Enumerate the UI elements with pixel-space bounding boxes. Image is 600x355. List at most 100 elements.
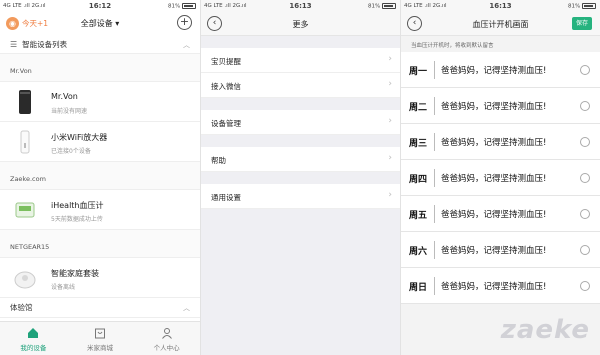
battery-icon (182, 3, 196, 9)
device-status: 5天前数据成功上传 (51, 216, 103, 223)
day-label: 周五 (409, 211, 428, 221)
day-message: 爸爸妈妈，记得坚持测血压! (441, 210, 547, 220)
tab-label: 米家商城 (87, 344, 113, 352)
wifi-extender-icon (20, 130, 30, 154)
radio-button[interactable] (580, 209, 590, 219)
nav-bar: ‹ 更多 (201, 12, 400, 36)
save-button[interactable]: 保存 (572, 17, 592, 30)
device-status: 已连接0个设备 (51, 148, 91, 155)
device-list-title: 智能设备列表 (22, 40, 68, 49)
menu-item-wechat[interactable]: 接入微信 › (201, 73, 400, 98)
day-label: 周二 (409, 103, 428, 113)
watermark-logo: zaeke (500, 315, 590, 345)
tab-my-devices[interactable]: 我的设备 (0, 322, 67, 355)
device-status: 设备离线 (51, 284, 76, 291)
home-icon (28, 328, 39, 338)
divider (434, 61, 435, 79)
home-kit-icon (14, 271, 36, 289)
menu-item-label: 设备管理 (211, 119, 241, 128)
menu-item-help[interactable]: 帮助 › (201, 147, 400, 172)
chevron-right-icon: › (388, 116, 392, 126)
radio-button[interactable] (580, 101, 590, 111)
battery-text: 81% (368, 3, 381, 10)
more-menu-screen: 4G LTE .ıll 2G.ııl 16:13 81% ‹ 更多 宝贝提醒 ›… (200, 0, 400, 355)
radio-button[interactable] (580, 281, 590, 291)
day-message: 爸爸妈妈，记得坚持测血压! (441, 138, 547, 148)
day-label: 周三 (409, 139, 428, 149)
chevron-up-icon[interactable]: ︿ (183, 303, 190, 313)
menu-item-baby-reminder[interactable]: 宝贝提醒 › (201, 48, 400, 73)
divider (434, 97, 435, 115)
status-bar: 4G LTE .ıll 2G.ııl 16:13 81% (201, 0, 400, 12)
radio-button[interactable] (580, 65, 590, 75)
radio-button[interactable] (580, 245, 590, 255)
startup-message-screen: 4G LTE .ıll 2G.ııl 16:13 81% ‹ 血压计开机画面 保… (400, 0, 600, 355)
device-item[interactable]: iHealth血压计 5天前数据成功上传 (0, 190, 200, 230)
menu-item-label: 接入微信 (211, 82, 241, 91)
battery-indicator: 81% (368, 3, 396, 10)
day-option-row[interactable]: 周六 爸爸妈妈，记得坚持测血压! (401, 232, 600, 268)
hint-text: 当血压计开机时，将收到默认留言 (411, 43, 494, 49)
menu-item-device-management[interactable]: 设备管理 › (201, 110, 400, 135)
day-label: 周四 (409, 175, 428, 185)
tab-profile[interactable]: 个人中心 (133, 322, 200, 355)
device-name: iHealth血压计 (51, 201, 104, 210)
blood-pressure-monitor-icon (15, 202, 35, 218)
device-name: 智能家庭套装 (51, 269, 99, 278)
day-label: 周一 (409, 67, 428, 77)
radio-button[interactable] (580, 173, 590, 183)
radio-button[interactable] (580, 137, 590, 147)
device-item[interactable]: Mr.Von 当前没有网速 (0, 82, 200, 122)
device-filter-dropdown[interactable]: 全部设备 ▾ (0, 18, 200, 29)
group-label: Zaeke.com (0, 162, 200, 190)
day-message: 爸爸妈妈，记得坚持测血压! (441, 246, 547, 256)
device-list-header[interactable]: ☰ 智能设备列表 ︿ (0, 36, 200, 54)
day-message: 爸爸妈妈，记得坚持测血压! (441, 66, 547, 76)
shop-icon (95, 328, 105, 339)
experience-hall-header[interactable]: 体验馆 ︿ (0, 298, 200, 318)
device-item[interactable]: 小米WiFi放大器 已连接0个设备 (0, 122, 200, 162)
router-icon (19, 90, 31, 114)
person-icon (161, 328, 172, 339)
day-option-row[interactable]: 周五 爸爸妈妈，记得坚持测血压! (401, 196, 600, 232)
status-bar: 4G LTE .ıll 2G.ııl 16:13 81% (401, 0, 600, 12)
device-name: Mr.Von (51, 92, 78, 101)
device-list-screen: 4G LTE .ıll 2G.ııl 16:12 81% ◉ 今天+1 全部设备… (0, 0, 200, 355)
battery-icon (382, 3, 396, 9)
battery-icon (582, 3, 596, 9)
list-icon: ☰ (10, 40, 18, 49)
battery-text: 81% (568, 3, 581, 10)
tab-label: 个人中心 (153, 344, 180, 352)
day-option-row[interactable]: 周二 爸爸妈妈，记得坚持测血压! (401, 88, 600, 124)
tab-label: 我的设备 (20, 344, 47, 352)
chevron-right-icon: › (388, 54, 392, 64)
page-title: 更多 (292, 20, 309, 29)
chevron-right-icon: › (388, 153, 392, 163)
divider (434, 277, 435, 295)
battery-indicator: 81% (568, 3, 596, 10)
status-bar: 4G LTE .ıll 2G.ııl 16:12 81% (0, 0, 200, 12)
bottom-tab-bar: 我的设备 米家商城 个人中心 (0, 321, 200, 355)
day-option-row[interactable]: 周日 爸爸妈妈，记得坚持测血压! (401, 268, 600, 304)
day-message: 爸爸妈妈，记得坚持测血压! (441, 102, 547, 112)
device-item[interactable]: 智能家庭套装 设备离线 (0, 258, 200, 298)
nav-bar: ‹ 血压计开机画面 保存 (401, 12, 600, 36)
divider (434, 241, 435, 259)
tab-mi-store[interactable]: 米家商城 (67, 322, 134, 355)
battery-indicator: 81% (168, 3, 196, 10)
day-message: 爸爸妈妈，记得坚持测血压! (441, 174, 547, 184)
day-option-row[interactable]: 周三 爸爸妈妈，记得坚持测血压! (401, 124, 600, 160)
day-label: 周六 (409, 247, 428, 257)
day-option-row[interactable]: 周一 爸爸妈妈，记得坚持测血压! (401, 52, 600, 88)
divider (434, 133, 435, 151)
device-name: 小米WiFi放大器 (51, 133, 108, 142)
divider (434, 169, 435, 187)
chevron-up-icon[interactable]: ︿ (183, 40, 190, 50)
menu-item-label: 通用设置 (211, 193, 241, 202)
group-label: Mr.Von (0, 54, 200, 82)
add-device-button[interactable]: + (177, 15, 192, 30)
device-status: 当前没有网速 (51, 108, 88, 115)
menu-item-general-settings[interactable]: 通用设置 › (201, 184, 400, 209)
day-option-row[interactable]: 周四 爸爸妈妈，记得坚持测血压! (401, 160, 600, 196)
group-label: NETGEAR15 (0, 230, 200, 258)
